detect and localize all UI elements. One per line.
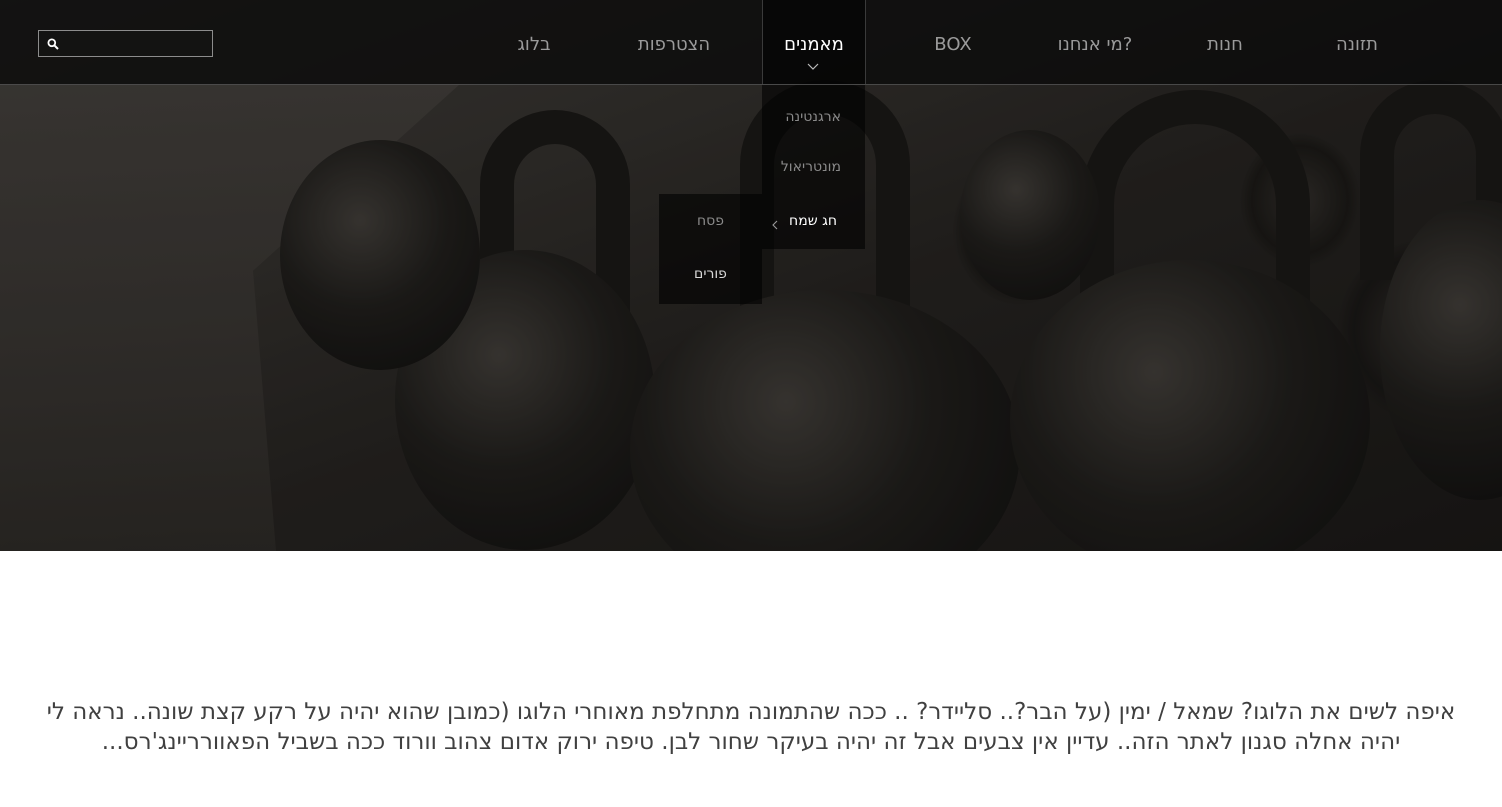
search-icon[interactable] bbox=[47, 38, 59, 50]
nav-item-shop[interactable]: חנות bbox=[1180, 0, 1270, 84]
top-navbar: תזונה חנות מי אנחנו? BOX מאמנים הצטרפות … bbox=[0, 0, 1502, 85]
nav-item-trainers[interactable]: מאמנים bbox=[762, 0, 866, 84]
nav-item-box[interactable]: BOX bbox=[910, 0, 996, 84]
dropdown-item-montreal[interactable]: מונטריאול bbox=[781, 159, 841, 175]
search-box bbox=[38, 30, 213, 57]
nav-item-nutrition[interactable]: תזונה bbox=[1312, 0, 1402, 84]
dropdown-item-argentina[interactable]: ארגנטינה bbox=[785, 109, 841, 125]
nav-item-about[interactable]: מי אנחנו? bbox=[1040, 0, 1150, 84]
intro-paragraph: איפה לשים את הלוגו? שמאל / ימין (על הבר?… bbox=[46, 699, 1456, 755]
submenu-item-purim[interactable]: פורים bbox=[659, 266, 762, 282]
dropdown-item-happy-holiday[interactable]: חג שמח bbox=[789, 213, 837, 229]
nav-item-trainers-label: מאמנים bbox=[784, 34, 844, 55]
nav-item-blog[interactable]: בלוג bbox=[494, 0, 574, 84]
search-input[interactable] bbox=[65, 34, 209, 55]
chevron-left-icon bbox=[772, 220, 778, 230]
trainers-dropdown: ארגנטינה מונטריאול חג שמח bbox=[762, 85, 865, 249]
submenu-item-passover[interactable]: פסח bbox=[659, 213, 762, 229]
chevron-down-icon bbox=[807, 63, 819, 70]
holiday-submenu: פסח פורים bbox=[659, 194, 762, 304]
nav-item-join[interactable]: הצטרפות bbox=[624, 0, 724, 84]
